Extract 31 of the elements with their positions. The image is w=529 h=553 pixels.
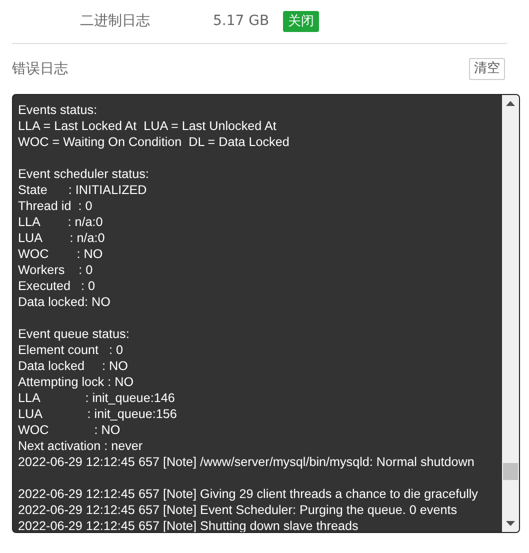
section-title: 错误日志	[12, 60, 68, 78]
log-line: Attempting lock : NO	[18, 374, 134, 390]
log-line: WOC : NO	[18, 246, 104, 262]
scroll-thumb[interactable]	[503, 463, 518, 480]
log-label: 二进制日志	[80, 12, 150, 31]
log-line: LUA : n/a:0	[18, 230, 106, 246]
clear-button[interactable]: 清空	[469, 58, 505, 80]
log-line: Executed : 0	[18, 278, 96, 294]
log-line: Data locked : NO	[18, 358, 129, 374]
log-line: WOC = Waiting On Condition DL = Data Locked	[18, 134, 290, 150]
log-line: Events status:	[18, 102, 98, 118]
log-line: Element count : 0	[18, 342, 124, 358]
log-line: 2022-06-29 12:12:45 657 [Note] Giving 29 client threads a chance to die gracefully	[18, 486, 479, 502]
log-line: LLA : init_queue:146	[18, 390, 176, 406]
log-line: LUA : init_queue:156	[18, 406, 178, 422]
log-line: 2022-06-29 12:12:45 657 [Note] /www/server/mysql/bin/mysqld: Normal shutdown	[18, 454, 476, 470]
log-line: WOC : NO	[18, 422, 122, 438]
log-line: LLA = Last Locked At LUA = Last Unlocked At	[18, 118, 278, 134]
log-line: Data locked: NO	[18, 294, 112, 310]
log-line: 2022-06-29 12:12:45 657 [Note] Event Scheduler: Purging the queue. 0 events	[18, 502, 458, 518]
scrollbar[interactable]	[502, 95, 519, 532]
scroll-down-icon[interactable]	[506, 521, 515, 526]
scroll-up-icon[interactable]	[506, 101, 515, 106]
log-line: Next activation : never	[18, 438, 144, 454]
log-line: LLA : n/a:0	[18, 214, 104, 230]
log-line: Workers : 0	[18, 262, 94, 278]
log-line: Event queue status:	[18, 326, 130, 342]
log-size: 5.17 GB	[213, 12, 270, 31]
log-line: State : INITIALIZED	[18, 182, 148, 198]
log-line: Thread id : 0	[18, 198, 94, 214]
log-line: Event scheduler status:	[18, 166, 150, 182]
